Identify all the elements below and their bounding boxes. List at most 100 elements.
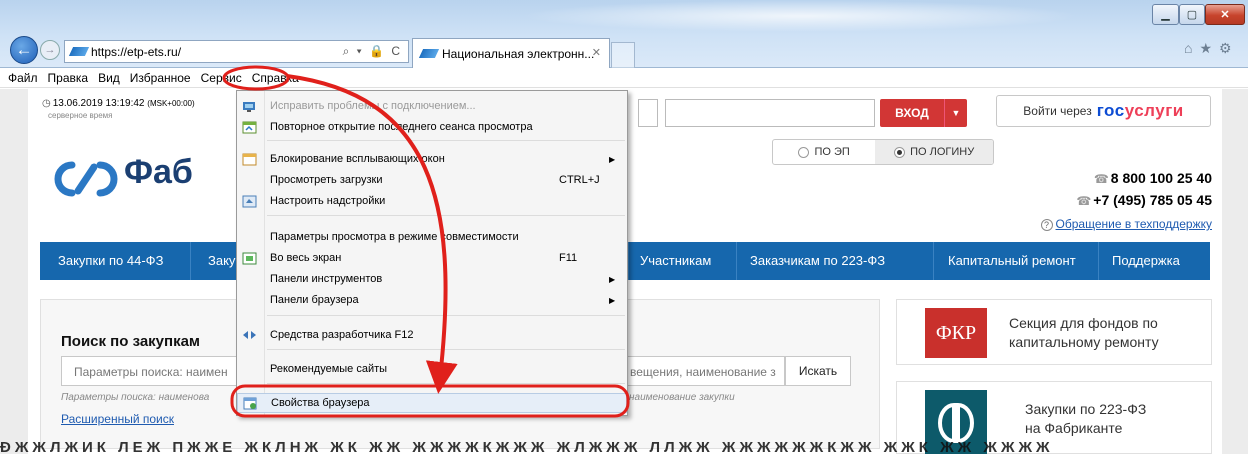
fkr-card-line-1: Секция для фондов по — [1009, 315, 1158, 331]
back-button[interactable]: ← — [10, 36, 38, 64]
addons-icon — [242, 195, 257, 207]
password-input[interactable] — [665, 99, 875, 127]
submenu-arrow-icon: ▶ — [609, 274, 616, 284]
menu-tools[interactable]: Сервис — [196, 71, 247, 85]
menu-item-label: Свойства браузера — [271, 397, 370, 409]
menu-item-popup-blocker[interactable]: Блокирование всплывающих окон ▶ — [237, 149, 627, 169]
login-input[interactable] — [638, 99, 658, 127]
url-text: https://etp-ets.ru/ — [91, 44, 182, 59]
nav-procurements[interactable]: Заку — [208, 253, 235, 268]
menu-item-toolbars[interactable]: Панели инструментов ▶ — [237, 269, 627, 289]
menu-edit[interactable]: Правка — [43, 71, 94, 85]
menu-file[interactable]: Файл — [0, 71, 43, 85]
menu-bar: Файл Правка Вид Избранное Сервис Справка — [0, 68, 1248, 88]
fkr-card-line-2: капитальному ремонту — [1009, 334, 1159, 350]
menu-item-label: Просмотреть загрузки — [270, 174, 383, 186]
fz223-mark-icon — [938, 402, 974, 443]
search-hint-left: Параметры поиска: наименова — [61, 392, 210, 403]
menu-separator — [267, 349, 625, 350]
menu-separator — [267, 383, 625, 384]
menu-item-label: Во весь экран — [270, 252, 342, 264]
menu-item-compat-view[interactable]: Параметры просмотра в режиме совместимос… — [237, 227, 627, 247]
support-link[interactable]: ? Обращение в техподдержку — [1040, 217, 1212, 231]
nav-support[interactable]: Поддержка — [1112, 253, 1180, 268]
fkr-section-card[interactable]: ФКР Секция для фондов по капитальному рем… — [896, 299, 1212, 365]
menu-shortcut: F11 — [559, 252, 578, 264]
devtools-icon — [243, 330, 256, 339]
menu-item-label: Рекомендуемые сайты — [270, 363, 388, 375]
login-button-label: ВХОД — [895, 106, 929, 120]
address-bar[interactable]: https://etp-ets.ru/ ⌕ ▾ 🔒 C — [64, 40, 409, 63]
nav-separator — [736, 242, 737, 280]
minimize-button[interactable]: ▁ — [1152, 4, 1179, 25]
menu-item-addons[interactable]: Настроить надстройки — [237, 191, 627, 211]
menu-shortcut: CTRL+J — [559, 174, 600, 186]
tab-active[interactable]: Национальная электронн... ✕ — [412, 38, 610, 68]
menu-help[interactable]: Справка — [247, 71, 304, 85]
title-bar: ▁ ▢ ✕ ← → https://etp-ets.ru/ ⌕ ▾ 🔒 C На… — [0, 0, 1248, 68]
phone-icon: ☎ — [1093, 172, 1109, 186]
mode-by-login-label: ПО ЛОГИНУ — [910, 146, 975, 158]
menu-item-label: Повторное открытие последнего сеанса про… — [270, 121, 533, 133]
nav-participants[interactable]: Участникам — [640, 253, 711, 268]
nav-customers-223fz[interactable]: Заказчикам по 223-ФЗ — [750, 253, 885, 268]
fabrikant-logo-icon[interactable] — [42, 159, 132, 199]
forward-button[interactable]: → — [40, 40, 60, 60]
menu-item-downloads[interactable]: Просмотреть загрузки CTRL+J — [237, 170, 627, 190]
tab-close-icon[interactable]: ✕ — [592, 46, 601, 59]
tab-favicon-icon — [418, 49, 440, 58]
mode-by-ep[interactable]: ПО ЭП — [773, 140, 875, 164]
chevron-down-icon[interactable]: ▼ — [944, 99, 967, 127]
phone-2: ☎ +7 (495) 785 05 45 — [1076, 192, 1212, 208]
menu-item-browser-properties[interactable]: Свойства браузера — [237, 393, 627, 413]
menu-favorites[interactable]: Избранное — [125, 71, 196, 85]
search-placeholder-left: Параметры поиска: наимен — [74, 365, 228, 379]
fz223-card-line-2: на Фабриканте — [1025, 420, 1123, 436]
login-button[interactable]: ВХОД ▼ — [880, 99, 967, 127]
fullscreen-icon — [242, 252, 257, 264]
nav-separator — [1098, 242, 1099, 280]
submenu-arrow-icon: ▶ — [609, 295, 616, 305]
menu-item-reopen-session[interactable]: Повторное открытие последнего сеанса про… — [237, 117, 627, 137]
menu-item-devtools[interactable]: Средства разработчика F12 — [237, 325, 627, 345]
menu-separator — [267, 140, 625, 141]
search-placeholder-right: вещения, наименование з — [630, 365, 776, 379]
tab-title: Национальная электронн... — [442, 46, 595, 61]
close-window-button[interactable]: ✕ — [1205, 4, 1245, 25]
menu-item-browser-bars[interactable]: Панели браузера ▶ — [237, 290, 627, 310]
search-button[interactable]: Искать — [785, 356, 851, 386]
browser-window: ▁ ▢ ✕ ← → https://etp-ets.ru/ ⌕ ▾ 🔒 C На… — [0, 0, 1248, 454]
fkr-logo-icon: ФКР — [925, 308, 987, 358]
gosuslugi-login-button[interactable]: Войти через гос услуги — [996, 95, 1211, 127]
menu-separator — [267, 215, 625, 216]
maximize-button[interactable]: ▢ — [1179, 4, 1205, 25]
menu-item-label: Панели инструментов — [270, 273, 383, 285]
menu-item-fullscreen[interactable]: Во весь экран F11 — [237, 248, 627, 268]
mode-by-ep-label: ПО ЭП — [814, 146, 850, 158]
nav-44fz[interactable]: Закупки по 44-ФЗ — [58, 253, 163, 268]
advanced-search-link[interactable]: Расширенный поиск — [61, 412, 174, 426]
server-tz: (MSK+00:00) — [147, 99, 195, 108]
radio-icon — [798, 146, 810, 158]
mode-by-login[interactable]: ПО ЛОГИНУ — [875, 140, 993, 164]
support-link-label: Обращение в техподдержку — [1055, 217, 1212, 231]
gos-logo-a: гос — [1096, 101, 1125, 120]
phone-icon: ☎ — [1076, 194, 1092, 208]
phone-1: ☎ 8 800 100 25 40 — [1094, 170, 1212, 186]
nav-separator — [933, 242, 934, 280]
nav-capital-repair[interactable]: Капитальный ремонт — [948, 253, 1076, 268]
menu-item-label: Панели браузера — [270, 294, 359, 306]
server-time: ◷ 13.06.2019 13:19:42 (MSK+00:00) — [42, 98, 195, 109]
menu-item-suggested-sites[interactable]: Рекомендуемые сайты — [237, 359, 627, 379]
phone-2-value: +7 (495) 785 05 45 — [1093, 192, 1212, 208]
menu-item-label: Настроить надстройки — [270, 195, 386, 207]
menu-item-fix-connection[interactable]: Исправить проблемы с подключением... — [237, 96, 627, 116]
home-favorites-settings-icons[interactable]: ⌂★⚙ — [1184, 40, 1239, 57]
reopen-icon — [242, 121, 257, 133]
server-time-caption: серверное время — [48, 111, 113, 120]
login-mode-switch: ПО ЭП ПО ЛОГИНУ — [772, 139, 994, 165]
radio-selected-icon — [894, 146, 906, 158]
new-tab-button[interactable] — [611, 42, 635, 68]
menu-view[interactable]: Вид — [93, 71, 125, 85]
address-tools-icons[interactable]: ⌕ ▾ 🔒 C — [343, 44, 402, 59]
